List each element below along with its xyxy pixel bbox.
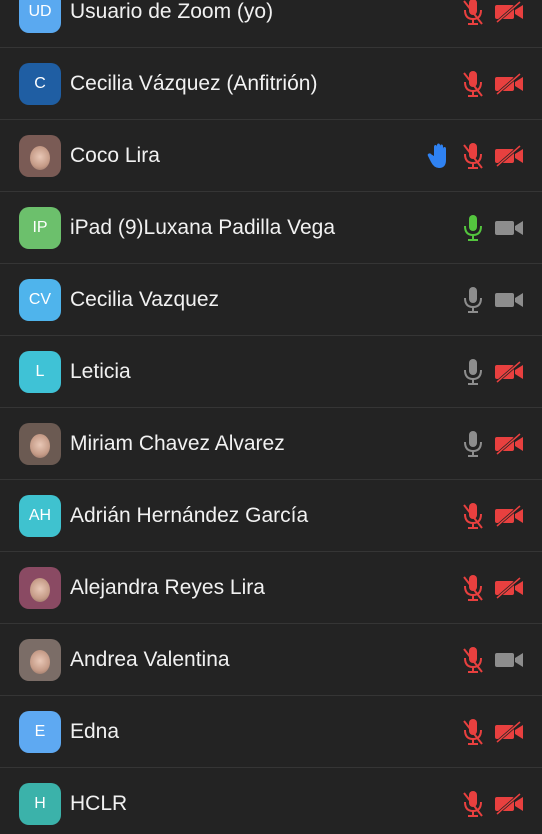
microphone-icon[interactable] (460, 285, 486, 315)
participant-name: Coco Lira (70, 144, 160, 167)
raised-hand-icon (426, 142, 452, 170)
participant-row[interactable]: C Cecilia Vázquez (Anfitrión) (0, 48, 542, 120)
avatar: E (19, 711, 61, 753)
participant-row[interactable]: E Edna (0, 696, 542, 768)
participant-status-icons (460, 285, 524, 315)
microphone-icon[interactable] (460, 357, 486, 387)
avatar: AH (19, 495, 61, 537)
video-off-icon[interactable] (494, 360, 524, 384)
participant-row[interactable]: UD Usuario de Zoom (yo) (0, 0, 542, 48)
avatar: C (19, 63, 61, 105)
microphone-icon[interactable] (460, 213, 486, 243)
video-off-icon[interactable] (494, 432, 524, 456)
video-off-icon[interactable] (494, 144, 524, 168)
participant-row[interactable]: AH Adrián Hernández García (0, 480, 542, 552)
avatar: H (19, 783, 61, 825)
avatar-face (30, 578, 50, 602)
avatar: UD (19, 0, 61, 33)
participant-name: Alejandra Reyes Lira (70, 576, 265, 599)
video-off-icon[interactable] (494, 720, 524, 744)
participant-name: Edna (70, 720, 120, 743)
participant-status-icons (460, 645, 524, 675)
video-off-icon[interactable] (494, 792, 524, 816)
participant-row[interactable]: Miriam Chavez Alvarez (0, 408, 542, 480)
video-off-icon[interactable] (494, 576, 524, 600)
participant-status-icons (460, 429, 524, 459)
avatar: L (19, 351, 61, 393)
microphone-muted-icon[interactable] (460, 141, 486, 171)
participant-row[interactable]: Andrea Valentina (0, 624, 542, 696)
avatar-face (30, 146, 50, 170)
participant-status-icons (460, 357, 524, 387)
microphone-muted-icon[interactable] (460, 717, 486, 747)
participant-status-icons (460, 213, 524, 243)
participant-name: Leticia (70, 360, 131, 383)
participant-row[interactable]: CV Cecilia Vazquez (0, 264, 542, 336)
video-camera-icon[interactable] (494, 216, 524, 240)
participant-name: Andrea Valentina (70, 648, 230, 671)
participant-row[interactable]: L Leticia (0, 336, 542, 408)
microphone-muted-icon[interactable] (460, 573, 486, 603)
avatar: CV (19, 279, 61, 321)
participant-row[interactable]: H HCLR (0, 768, 542, 834)
avatar-photo (19, 135, 61, 177)
avatar-face (30, 434, 50, 458)
avatar-face (30, 650, 50, 674)
microphone-muted-icon[interactable] (460, 69, 486, 99)
video-off-icon[interactable] (494, 504, 524, 528)
participant-name: Adrián Hernández García (70, 504, 309, 527)
participant-status-icons (426, 141, 524, 171)
microphone-muted-icon[interactable] (460, 789, 486, 819)
participant-status-icons (460, 0, 524, 27)
participant-name: Miriam Chavez Alvarez (70, 432, 285, 455)
participant-row[interactable]: Alejandra Reyes Lira (0, 552, 542, 624)
participant-name: Cecilia Vazquez (70, 288, 220, 311)
participant-status-icons (460, 789, 524, 819)
participant-name: Usuario de Zoom (yo) (70, 0, 274, 23)
video-camera-icon[interactable] (494, 648, 524, 672)
participant-row[interactable]: IP iPad (9)Luxana Padilla Vega (0, 192, 542, 264)
participant-status-icons (460, 573, 524, 603)
avatar: IP (19, 207, 61, 249)
video-camera-icon[interactable] (494, 288, 524, 312)
participant-status-icons (460, 501, 524, 531)
participant-name: HCLR (70, 792, 128, 815)
microphone-icon[interactable] (460, 429, 486, 459)
participant-status-icons (460, 717, 524, 747)
avatar-photo (19, 567, 61, 609)
participant-name: Cecilia Vázquez (Anfitrión) (70, 72, 318, 95)
video-off-icon[interactable] (494, 72, 524, 96)
participant-list: UD Usuario de Zoom (yo) C Cecilia Vázque… (0, 0, 542, 825)
microphone-muted-icon[interactable] (460, 501, 486, 531)
avatar-photo (19, 423, 61, 465)
participant-name: iPad (9)Luxana Padilla Vega (70, 216, 336, 239)
participant-row[interactable]: Coco Lira (0, 120, 542, 192)
microphone-muted-icon[interactable] (460, 0, 486, 27)
avatar-photo (19, 639, 61, 681)
microphone-muted-icon[interactable] (460, 645, 486, 675)
video-off-icon[interactable] (494, 0, 524, 24)
participant-status-icons (460, 69, 524, 99)
